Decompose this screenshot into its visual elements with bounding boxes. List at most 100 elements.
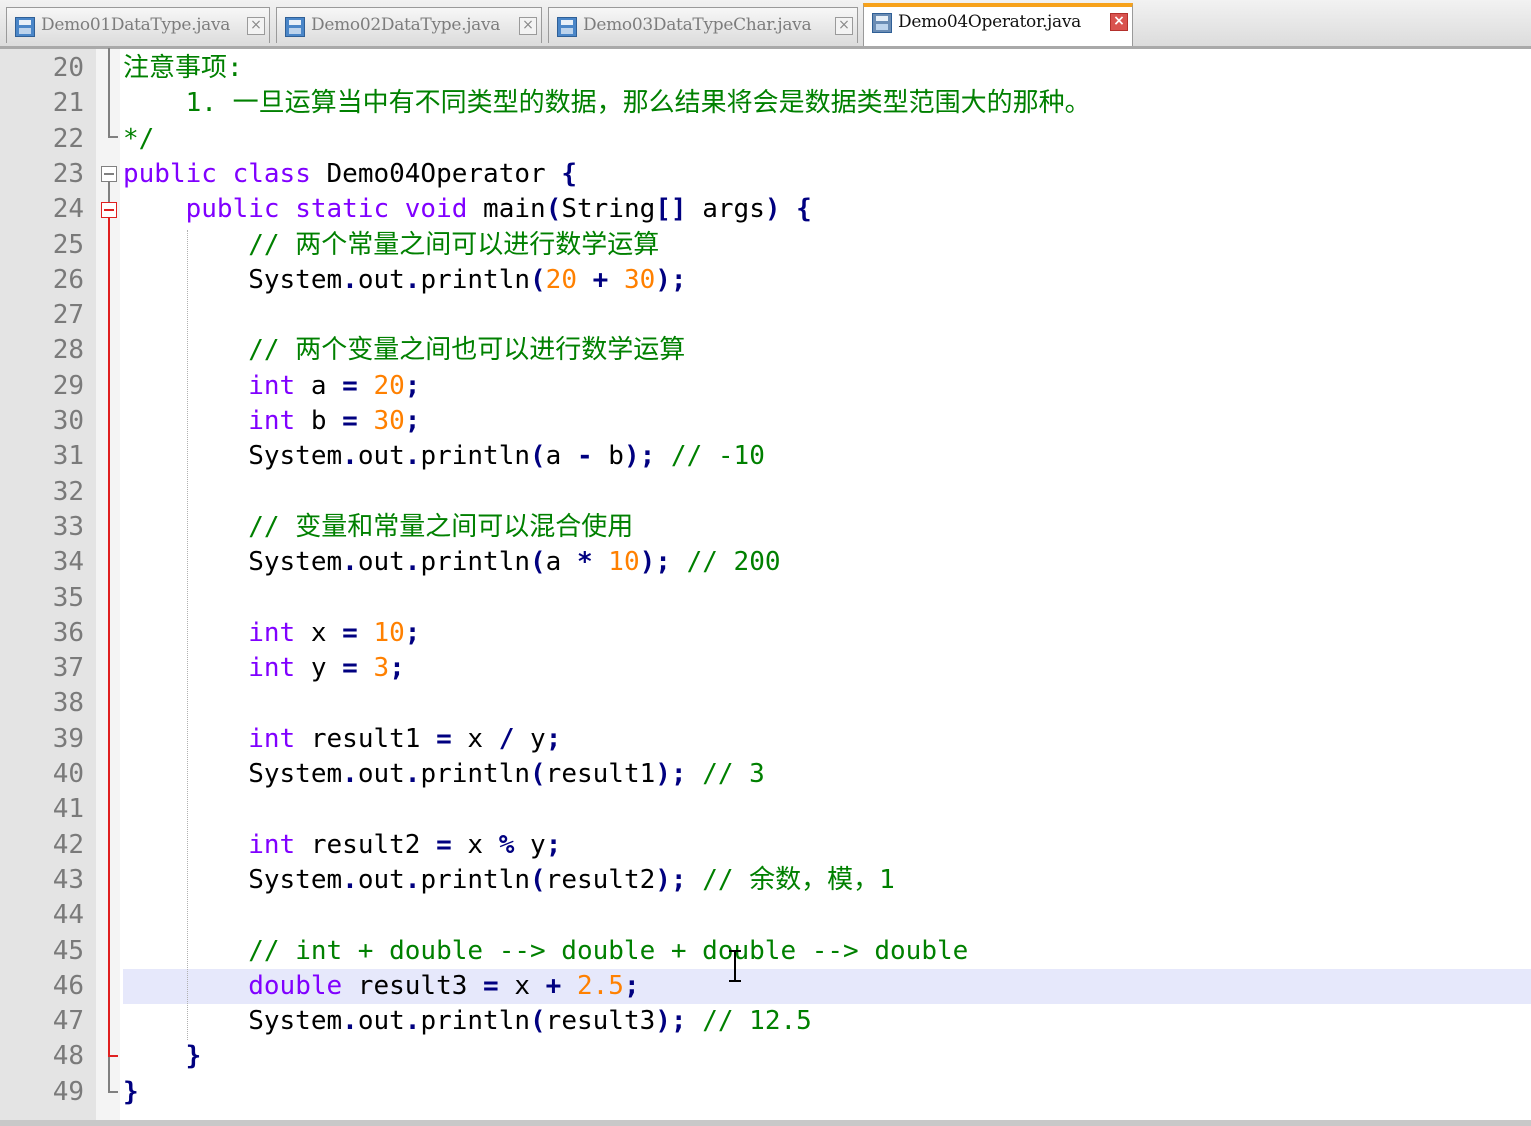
code-line[interactable]: int x = 10; bbox=[123, 616, 420, 651]
close-tab-icon[interactable]: × bbox=[519, 17, 537, 35]
code-token: a bbox=[295, 370, 343, 401]
java-file-icon bbox=[15, 17, 35, 37]
code-token: } bbox=[185, 1041, 202, 1072]
code-token: a bbox=[545, 441, 577, 472]
line-number: 30 bbox=[52, 406, 84, 436]
code-token: Demo04Operator bbox=[310, 158, 562, 189]
fold-collapse-icon[interactable] bbox=[101, 202, 117, 218]
code-line[interactable]: */ bbox=[123, 122, 154, 157]
tab-demo01datatype[interactable]: Demo01DataType.java × bbox=[6, 7, 270, 43]
fold-line bbox=[108, 1057, 110, 1091]
code-token: ); bbox=[655, 1006, 687, 1037]
code-token: int bbox=[248, 617, 296, 648]
code-token: ; bbox=[404, 617, 421, 648]
code-token: . bbox=[404, 441, 421, 472]
code-token: ( bbox=[530, 441, 546, 472]
code-line[interactable]: 注意事项: bbox=[123, 51, 243, 86]
code-line[interactable]: int y = 3; bbox=[123, 651, 405, 686]
code-line[interactable]: // 两个变量之间也可以进行数学运算 bbox=[123, 333, 685, 368]
code-token: ); bbox=[655, 759, 687, 789]
code-token: = bbox=[342, 370, 358, 401]
code-token: . bbox=[342, 547, 358, 578]
indent-guide bbox=[187, 230, 188, 1040]
code-token: println bbox=[420, 1006, 531, 1037]
line-number: 39 bbox=[52, 723, 84, 754]
code-token: // int + double --> double + double --> … bbox=[248, 935, 969, 966]
code-token: ; bbox=[404, 406, 421, 436]
line-number: 23 bbox=[52, 158, 84, 189]
line-number: 35 bbox=[52, 582, 84, 613]
code-token: . bbox=[404, 759, 421, 789]
code-token: . bbox=[342, 264, 358, 295]
code-token: = bbox=[342, 653, 358, 684]
line-number: 49 bbox=[52, 1076, 84, 1107]
editor-bottom-border bbox=[0, 1120, 1531, 1126]
code-token: public bbox=[185, 194, 280, 225]
code-token: ( bbox=[530, 759, 546, 789]
code-token: x bbox=[295, 617, 343, 648]
code-token: a bbox=[545, 547, 577, 578]
code-line[interactable]: System.out.println(result1); // 3 bbox=[123, 757, 765, 792]
code-line[interactable]: public static void main(String[] args) { bbox=[123, 192, 812, 227]
line-number: 41 bbox=[52, 794, 84, 825]
code-token: println bbox=[420, 864, 531, 895]
code-token: - bbox=[576, 441, 593, 472]
code-line[interactable]: 1. 一旦运算当中有不同类型的数据，那么结果将会是数据类型范围大的那种。 bbox=[123, 86, 1091, 121]
tab-demo03datatypechar[interactable]: Demo03DataTypeChar.java × bbox=[548, 7, 858, 43]
code-token: = bbox=[342, 617, 358, 648]
code-token: . bbox=[404, 1006, 421, 1037]
text-cursor-icon bbox=[727, 950, 743, 982]
code-token: { bbox=[796, 194, 812, 225]
code-token: . bbox=[342, 759, 358, 789]
code-line[interactable]: public class Demo04Operator { bbox=[123, 157, 577, 192]
code-line[interactable]: // int + double --> double + double --> … bbox=[123, 934, 968, 969]
line-number-gutter[interactable]: 20 21 22 23 24 25 26 27 28 29 30 31 32 33 34 35 36 37 38 39… bbox=[0, 49, 96, 1126]
code-line[interactable]: System.out.println(result2); // 余数，模，1 bbox=[123, 863, 895, 898]
code-line[interactable]: // 两个常量之间可以进行数学运算 bbox=[123, 228, 659, 263]
code-line[interactable]: double result3 = x + 2.5; bbox=[123, 969, 639, 1004]
code-line[interactable]: int b = 30; bbox=[123, 404, 420, 439]
java-file-icon bbox=[557, 17, 577, 37]
code-token: println bbox=[420, 441, 531, 472]
fold-collapse-icon[interactable] bbox=[101, 166, 117, 182]
code-line[interactable]: System.out.println(a - b); // -10 bbox=[123, 439, 765, 474]
line-number: 43 bbox=[52, 864, 84, 895]
code-line[interactable]: System.out.println(a * 10); // 200 bbox=[123, 545, 780, 580]
close-tab-icon[interactable]: × bbox=[247, 17, 265, 35]
code-token: { bbox=[561, 158, 577, 189]
code-line[interactable]: } bbox=[123, 1039, 202, 1074]
code-line[interactable]: int result2 = x % y; bbox=[123, 828, 561, 863]
line-number: 36 bbox=[52, 617, 84, 648]
code-line[interactable]: } bbox=[123, 1075, 139, 1110]
fold-end-marker bbox=[108, 136, 118, 138]
code-token: ) bbox=[764, 194, 781, 225]
code-token: // 两个变量之间也可以进行数学运算 bbox=[248, 335, 686, 366]
code-line[interactable]: // 变量和常量之间可以混合使用 bbox=[123, 510, 633, 545]
code-line[interactable]: int a = 20; bbox=[123, 369, 420, 404]
code-line[interactable]: System.out.println(20 + 30); bbox=[123, 263, 686, 298]
code-token: . bbox=[342, 1006, 358, 1037]
line-number: 26 bbox=[52, 264, 84, 295]
tab-demo02datatype[interactable]: Demo02DataType.java × bbox=[276, 7, 542, 43]
tab-demo04operator[interactable]: Demo04Operator.java × bbox=[863, 3, 1133, 46]
code-token: ); bbox=[623, 441, 656, 472]
code-line[interactable]: System.out.println(result3); // 12.5 bbox=[123, 1004, 812, 1039]
code-token: 2.5 bbox=[576, 970, 624, 1001]
close-tab-icon[interactable]: × bbox=[1110, 13, 1128, 31]
code-line[interactable]: int result1 = x / y; bbox=[123, 722, 561, 757]
code-token: % bbox=[498, 829, 515, 860]
close-tab-icon[interactable]: × bbox=[835, 17, 853, 35]
